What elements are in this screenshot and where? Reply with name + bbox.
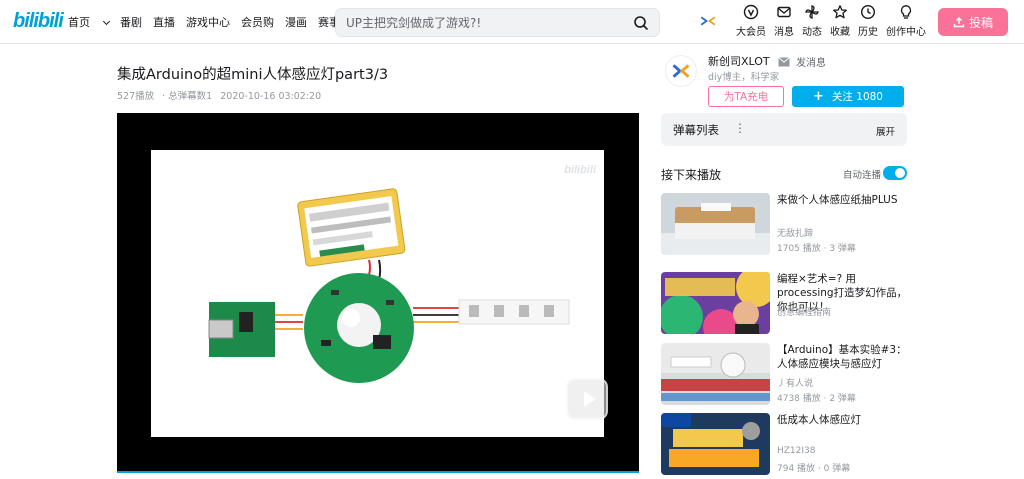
vip-link[interactable]: 大会员 <box>736 4 766 38</box>
rec-stats: 4738 播放 · 2 弹幕 <box>777 394 856 404</box>
nav-home[interactable]: 首页 <box>68 14 111 30</box>
rec-thumbnail[interactable] <box>661 272 770 334</box>
top-header: bilibili 首页 番剧 直播 游戏中心 会员购 漫画 赛事 大会员 消息 <box>0 0 1024 44</box>
danmaku-expand-button[interactable]: 展开 <box>876 124 895 138</box>
pinwheel-icon <box>805 5 819 19</box>
send-message-link[interactable]: 发消息 <box>778 54 826 69</box>
rec-item[interactable]: 【Arduino】基本实验#3：人体感应模块与感应灯 丿有人说 4738 播放 … <box>661 343 911 405</box>
tissue-box-image <box>661 193 770 255</box>
nav-mall[interactable]: 会员购 <box>241 14 274 30</box>
progress-bar[interactable] <box>117 471 639 473</box>
rec-stats: 1705 播放 · 3 弹幕 <box>777 244 856 254</box>
header-right: 大会员 消息 动态 收藏 历史 创作中心 <box>696 4 934 38</box>
charge-button[interactable]: 为TA充电 <box>708 86 784 107</box>
mail-icon <box>777 6 791 18</box>
creator-center-link[interactable]: 创作中心 <box>886 4 926 38</box>
star-icon <box>833 5 847 19</box>
rec-title[interactable]: 【Arduino】基本实验#3：人体感应模块与感应灯 <box>777 343 909 371</box>
upload-button[interactable]: 投稿 <box>938 8 1008 36</box>
search-icon[interactable] <box>633 15 649 31</box>
nav-anime[interactable]: 番剧 <box>120 14 142 30</box>
search-input[interactable] <box>346 14 626 32</box>
nav-manga[interactable]: 漫画 <box>285 14 307 30</box>
rec-item[interactable]: 低成本人体感应灯 HZ12I38 794 播放 · 0 弹幕 <box>661 413 911 475</box>
circuit-board-image <box>208 188 570 383</box>
danmaku-count: · 总弹幕数1 <box>162 91 213 102</box>
xlot-logo-icon <box>700 16 716 26</box>
uploader-name[interactable]: 新创司XLOT <box>708 53 770 69</box>
history-link[interactable]: 历史 <box>858 4 878 38</box>
video-player[interactable]: bilibili <box>117 113 639 473</box>
favorites-link[interactable]: 收藏 <box>830 4 850 38</box>
video-frame: bilibili <box>151 150 608 437</box>
bilibili-logo[interactable]: bilibili <box>13 10 64 33</box>
video-title: 集成Arduino的超mini人体感应灯part3/3 <box>117 67 389 83</box>
rec-uploader[interactable]: 无敌扎蹄 <box>777 226 813 239</box>
rec-uploader[interactable]: 创意编程指南 <box>777 305 831 318</box>
dynamic-link[interactable]: 动态 <box>802 4 822 38</box>
nav-live[interactable]: 直播 <box>153 14 175 30</box>
uploader-avatar[interactable] <box>665 55 697 87</box>
autoplay-label: 自动连播 <box>843 170 882 181</box>
rec-thumbnail[interactable] <box>661 193 770 255</box>
chevron-down-icon <box>102 17 111 26</box>
rec-thumbnail[interactable] <box>661 343 770 405</box>
video-meta: 527播放 · 总弹幕数1 2020-10-16 03:02:20 <box>117 88 329 102</box>
play-icon[interactable] <box>566 378 608 420</box>
rec-title[interactable]: 低成本人体感应灯 <box>777 413 909 427</box>
plus-icon: + <box>813 89 824 104</box>
message-link[interactable]: 消息 <box>774 4 794 38</box>
mail-icon <box>778 56 790 66</box>
danmaku-list-panel[interactable]: 弹幕列表 ⋮ 展开 <box>661 113 907 146</box>
autoplay-toggle[interactable] <box>883 166 907 180</box>
rec-uploader[interactable]: 丿有人说 <box>777 376 813 389</box>
up-next-title: 接下来播放 <box>661 168 722 182</box>
rec-uploader[interactable]: HZ12I38 <box>777 446 816 456</box>
upload-icon <box>953 17 965 28</box>
search-box <box>335 8 660 37</box>
follow-button[interactable]: + 关注 1080 <box>792 86 904 107</box>
danmaku-list-title: 弹幕列表 <box>673 123 719 137</box>
publish-date: 2020-10-16 03:02:20 <box>220 91 322 102</box>
rec-thumbnail[interactable] <box>661 413 770 475</box>
arduino-experiment-image <box>661 343 770 405</box>
top-nav: 首页 番剧 直播 游戏中心 会员购 漫画 赛事 <box>68 14 351 30</box>
creative-coding-image <box>661 272 770 334</box>
xlot-logo-icon <box>672 64 690 78</box>
rec-stats: 794 播放 · 0 弹幕 <box>777 464 851 474</box>
nav-game-center[interactable]: 游戏中心 <box>186 14 230 30</box>
low-cost-lamp-image <box>661 413 770 475</box>
more-dots-icon[interactable]: ⋮ <box>734 121 746 135</box>
user-avatar[interactable] <box>696 4 720 38</box>
rec-title[interactable]: 来做个人体感应纸抽PLUS <box>777 193 909 207</box>
uploader-desc: diy博主，科学家 <box>708 72 780 83</box>
play-count: 527播放 <box>117 91 155 102</box>
clock-icon <box>860 4 876 20</box>
rec-item[interactable]: 编程×艺术=? 用processing打造梦幻作品，你也可以！ 创意编程指南 <box>661 272 911 334</box>
rec-item[interactable]: 来做个人体感应纸抽PLUS 无敌扎蹄 1705 播放 · 3 弹幕 <box>661 193 911 255</box>
lightbulb-icon <box>900 5 912 19</box>
vip-icon <box>743 4 759 20</box>
bilibili-watermark: bilibili <box>564 164 596 176</box>
